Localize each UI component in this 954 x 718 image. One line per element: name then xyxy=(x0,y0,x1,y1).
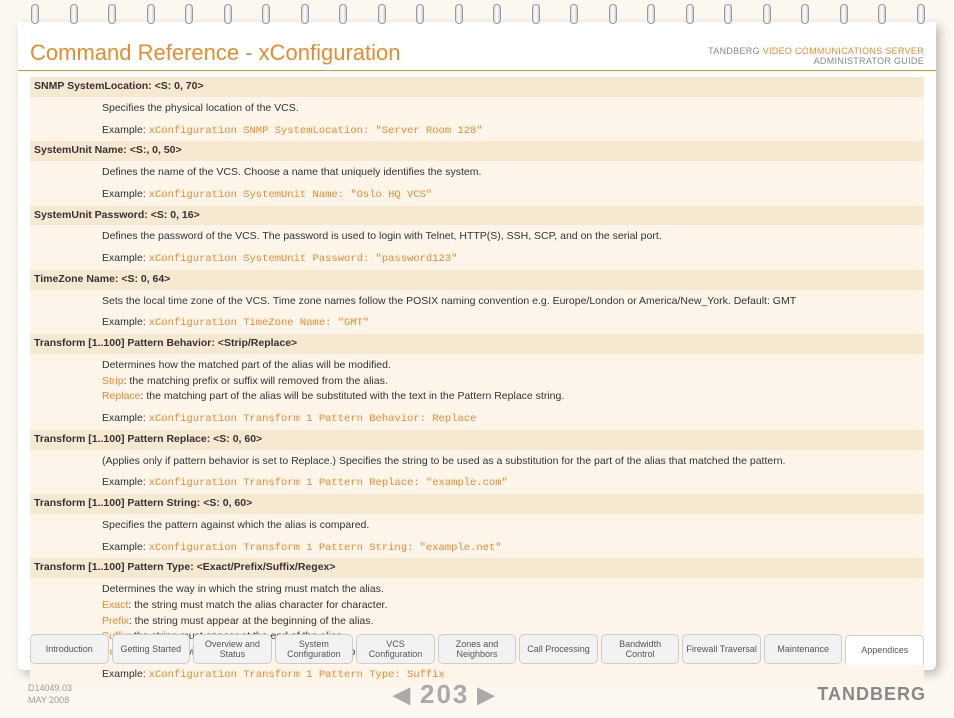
command-name: Transform [1..100] Pattern Type: <Exact/… xyxy=(30,558,924,578)
tab-bandwidth-control[interactable]: Bandwidth Control xyxy=(601,634,680,664)
tab-maintenance[interactable]: Maintenance xyxy=(764,634,843,664)
tab-system-configuration[interactable]: System Configuration xyxy=(275,634,354,664)
command-example: Example: xConfiguration Transform 1 Patt… xyxy=(30,538,924,559)
doc-id: D14049.03 xyxy=(28,683,72,693)
spiral-binder xyxy=(28,4,926,32)
page-title: Command Reference - xConfiguration xyxy=(30,40,401,66)
command-example: Example: xConfiguration SystemUnit Name:… xyxy=(30,185,924,206)
prev-page-icon[interactable]: ◀ xyxy=(393,682,412,708)
command-description: Specifies the pattern against which the … xyxy=(30,514,924,538)
command-name: Transform [1..100] Pattern Replace: <S: … xyxy=(30,430,924,450)
tab-introduction[interactable]: Introduction xyxy=(30,634,109,664)
brand-name: TANDBERG xyxy=(708,46,760,56)
next-page-icon[interactable]: ▶ xyxy=(477,682,496,708)
doc-date: MAY 2008 xyxy=(28,695,69,705)
command-example: Example: xConfiguration Transform 1 Patt… xyxy=(30,409,924,430)
command-name: Transform [1..100] Pattern Behavior: <St… xyxy=(30,334,924,354)
command-name: SystemUnit Password: <S: 0, 16> xyxy=(30,206,924,226)
pager: ◀ 203 ▶ xyxy=(393,679,496,710)
command-example: Example: xConfiguration SNMP SystemLocat… xyxy=(30,121,924,142)
doc-subtitle: ADMINISTRATOR GUIDE xyxy=(814,56,924,66)
tab-overview-and-status[interactable]: Overview and Status xyxy=(193,634,272,664)
command-table: SNMP SystemLocation: <S: 0, 70>Specifies… xyxy=(30,77,924,686)
command-example: Example: xConfiguration Transform 1 Patt… xyxy=(30,473,924,494)
page-footer: D14049.03 MAY 2008 ◀ 203 ▶ TANDBERG xyxy=(28,679,926,710)
tab-call-processing[interactable]: Call Processing xyxy=(519,634,598,664)
tab-firewall-traversal[interactable]: Firewall Traversal xyxy=(682,634,761,664)
doc-meta: D14049.03 MAY 2008 xyxy=(28,683,72,706)
footer-logo: TANDBERG xyxy=(817,684,926,705)
header-brand-block: TANDBERG VIDEO COMMUNICATIONS SERVER ADM… xyxy=(708,46,924,66)
nav-tabs: IntroductionGetting StartedOverview and … xyxy=(30,634,924,664)
command-description: Defines the password of the VCS. The pas… xyxy=(30,225,924,249)
command-description: Determines how the matched part of the a… xyxy=(30,354,924,409)
command-description: (Applies only if pattern behavior is set… xyxy=(30,450,924,474)
tab-appendices[interactable]: Appendices xyxy=(845,635,924,665)
tab-getting-started[interactable]: Getting Started xyxy=(112,634,191,664)
command-description: Defines the name of the VCS. Choose a na… xyxy=(30,161,924,185)
command-name: Transform [1..100] Pattern String: <S: 0… xyxy=(30,494,924,514)
command-name: TimeZone Name: <S: 0, 64> xyxy=(30,270,924,290)
command-name: SystemUnit Name: <S:, 0, 50> xyxy=(30,141,924,161)
command-description: Specifies the physical location of the V… xyxy=(30,97,924,121)
tab-vcs-configuration[interactable]: VCS Configuration xyxy=(356,634,435,664)
page-container: Command Reference - xConfiguration TANDB… xyxy=(18,22,936,670)
command-example: Example: xConfiguration TimeZone Name: "… xyxy=(30,313,924,334)
command-example: Example: xConfiguration SystemUnit Passw… xyxy=(30,249,924,270)
command-name: SNMP SystemLocation: <S: 0, 70> xyxy=(30,77,924,97)
tab-zones-and-neighbors[interactable]: Zones and Neighbors xyxy=(438,634,517,664)
command-description: Sets the local time zone of the VCS. Tim… xyxy=(30,290,924,314)
product-name: VIDEO COMMUNICATIONS SERVER xyxy=(763,46,924,56)
page-number: 203 xyxy=(420,679,469,710)
